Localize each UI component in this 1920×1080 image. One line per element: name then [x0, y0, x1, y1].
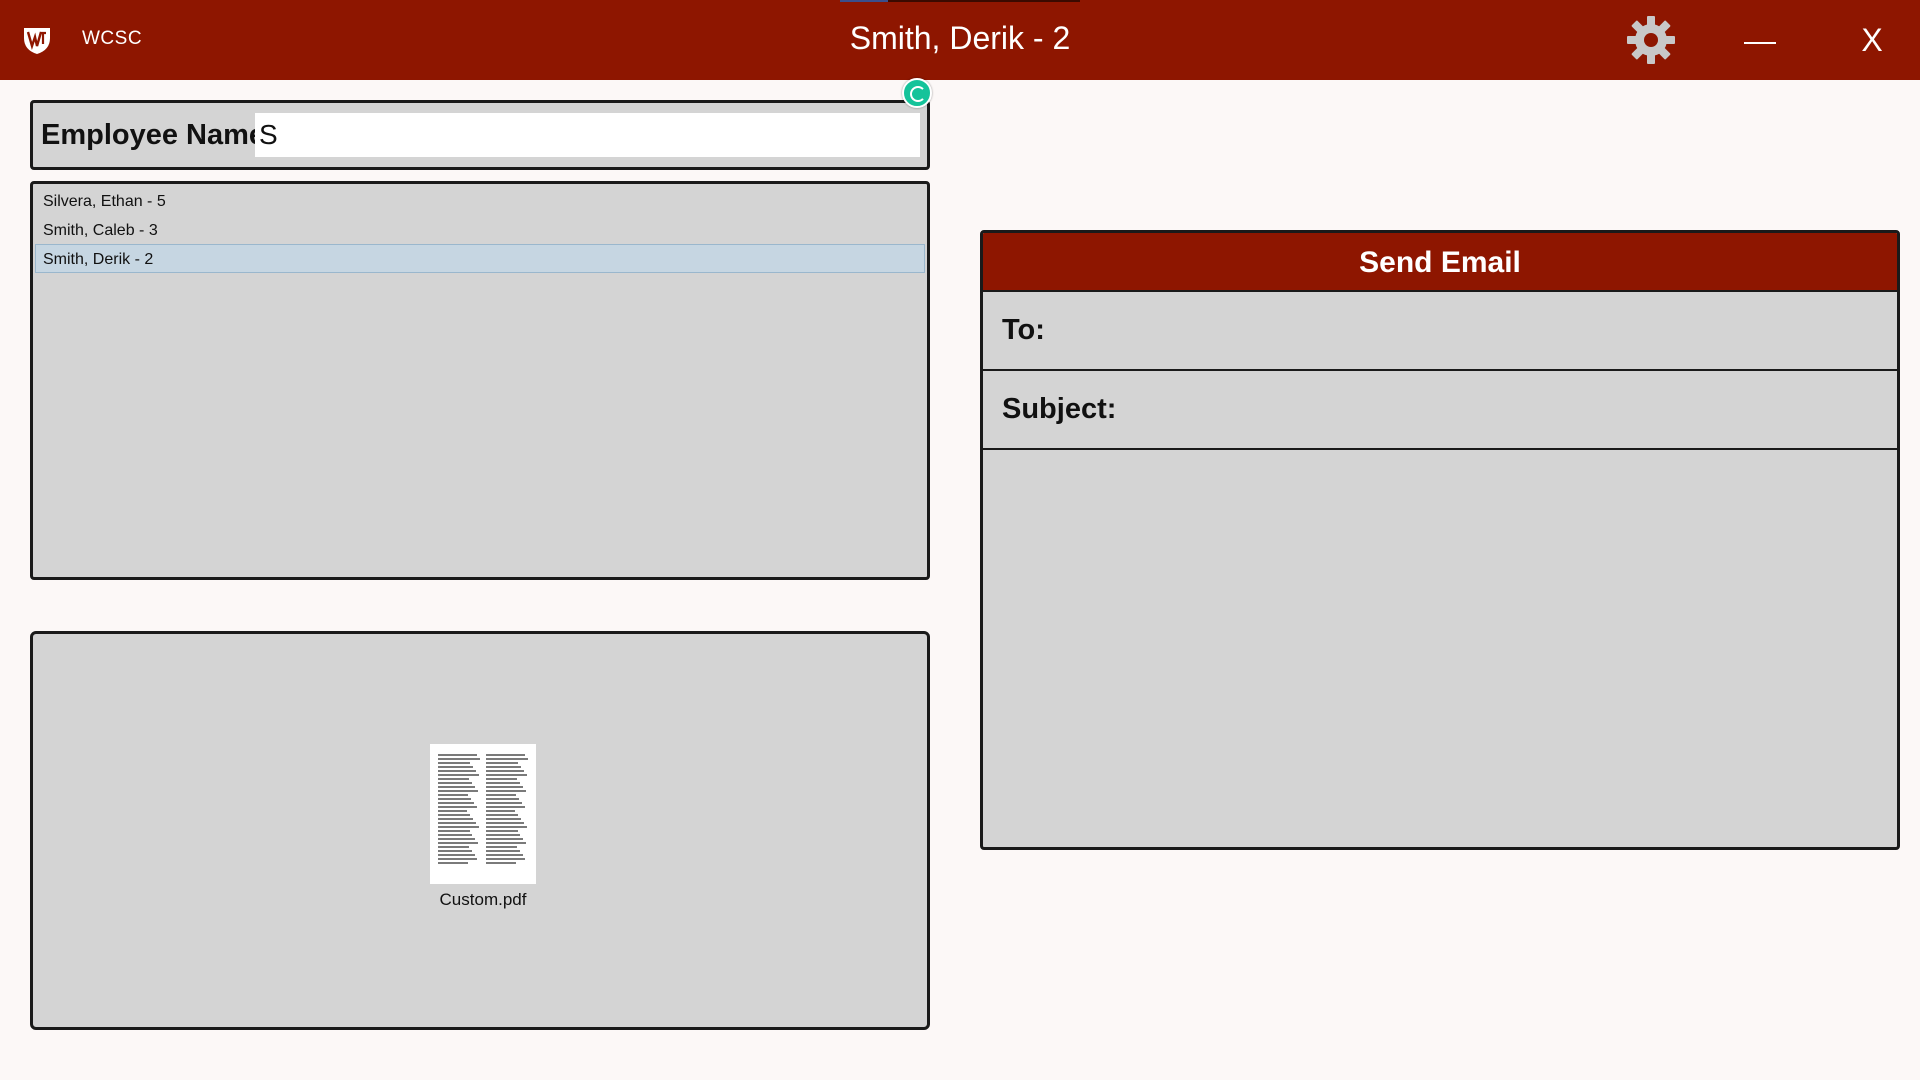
- thumbnail-text-line: [438, 806, 478, 808]
- to-label: To:: [1002, 314, 1045, 346]
- thumbnail-text-line: [438, 822, 477, 824]
- thumbnail-text-line: [438, 794, 469, 796]
- thumbnail-text-line: [486, 826, 528, 828]
- title-bar-accent: [840, 0, 1080, 2]
- thumbnail-text-line: [438, 830, 470, 832]
- thumbnail-text-line: [486, 834, 521, 836]
- thumbnail-text-line: [486, 790, 526, 792]
- thumbnail-text-line: [438, 782, 473, 784]
- email-body-input[interactable]: [983, 450, 1897, 840]
- grammarly-icon[interactable]: [902, 78, 932, 108]
- gear-icon[interactable]: [1625, 14, 1677, 66]
- thumbnail-text-line: [486, 838, 524, 840]
- thumbnail-text-line: [438, 786, 475, 788]
- thumbnail-text-line: [438, 862, 468, 864]
- thumbnail-text-line: [438, 774, 479, 776]
- list-item-selected[interactable]: Smith, Derik - 2: [35, 244, 925, 273]
- thumbnail-text-line: [486, 858, 526, 860]
- attachment-file[interactable]: Custom.pdf: [423, 744, 543, 910]
- subject-row: Subject:: [983, 371, 1897, 450]
- thumbnail-text-line: [486, 762, 518, 764]
- thumbnail-text-line: [438, 778, 470, 780]
- employee-name-label: Employee Name:: [41, 119, 275, 151]
- thumbnail-text-line: [486, 814, 519, 816]
- thumbnail-text-line: [486, 830, 518, 832]
- thumbnail-text-line: [438, 846, 469, 848]
- send-email-title: Send Email: [983, 233, 1897, 292]
- thumbnail-text-line: [486, 794, 517, 796]
- thumbnail-text-line: [438, 762, 470, 764]
- thumbnail-text-line: [438, 754, 477, 756]
- thumbnail-text-line: [438, 834, 473, 836]
- to-input[interactable]: [1103, 308, 1877, 352]
- to-row: To:: [983, 292, 1897, 371]
- app-name: WCSC: [82, 28, 143, 49]
- thumbnail-text-line: [438, 810, 468, 812]
- thumbnail-text-line: [438, 838, 476, 840]
- thumbnail-text-line: [438, 766, 473, 768]
- list-item[interactable]: Smith, Caleb - 3: [35, 215, 925, 244]
- thumbnail-text-line: [438, 814, 471, 816]
- thumbnail-text-line: [486, 774, 527, 776]
- pdf-thumbnail-icon: [430, 744, 536, 884]
- thumbnail-text-line: [486, 818, 522, 820]
- thumbnail-text-line: [486, 846, 517, 848]
- thumbnail-text-line: [486, 850, 520, 852]
- thumbnail-text-line: [438, 826, 480, 828]
- employee-name-input[interactable]: [255, 113, 920, 157]
- thumbnail-text-line: [486, 758, 528, 760]
- employee-results-list[interactable]: Silvera, Ethan - 5 Smith, Caleb - 3 Smit…: [30, 181, 930, 580]
- employee-search-box: Employee Name:: [30, 100, 930, 170]
- thumbnail-text-line: [486, 822, 525, 824]
- thumbnail-text-line: [438, 818, 474, 820]
- minimize-icon[interactable]: [1740, 20, 1780, 60]
- thumbnail-text-line: [486, 854, 523, 856]
- subject-label: Subject:: [1002, 393, 1117, 425]
- thumbnail-text-line: [486, 778, 518, 780]
- thumbnail-text-line: [438, 858, 478, 860]
- thumbnail-text-line: [438, 798, 472, 800]
- thumbnail-text-line: [438, 790, 478, 792]
- send-email-panel: Send Email To: Subject:: [980, 230, 1900, 850]
- thumbnail-text-line: [486, 782, 521, 784]
- thumbnail-text-line: [486, 798, 520, 800]
- thumbnail-text-line: [438, 758, 480, 760]
- thumbnail-text-line: [486, 806, 526, 808]
- attachment-drop-panel[interactable]: Custom.pdf: [30, 631, 930, 1030]
- thumbnail-text-line: [438, 802, 475, 804]
- thumbnail-text-line: [486, 786, 523, 788]
- thumbnail-text-line: [486, 810, 516, 812]
- thumbnail-text-line: [438, 854, 475, 856]
- close-button[interactable]: X: [1852, 18, 1892, 62]
- thumbnail-text-line: [438, 770, 476, 772]
- wcsc-logo-icon: [24, 28, 50, 54]
- thumbnail-text-line: [486, 770, 524, 772]
- thumbnail-text-line: [486, 862, 516, 864]
- list-item[interactable]: Silvera, Ethan - 5: [35, 186, 925, 215]
- thumbnail-text-line: [486, 766, 521, 768]
- thumbnail-text-line: [486, 802, 523, 804]
- thumbnail-text-line: [438, 850, 472, 852]
- attachment-file-name: Custom.pdf: [439, 890, 527, 909]
- title-bar[interactable]: WCSC Smith, Derik - 2 X: [0, 0, 1920, 80]
- thumbnail-text-line: [486, 754, 525, 756]
- thumbnail-text-line: [486, 842, 527, 844]
- thumbnail-text-line: [438, 842, 479, 844]
- subject-input[interactable]: [1133, 387, 1877, 431]
